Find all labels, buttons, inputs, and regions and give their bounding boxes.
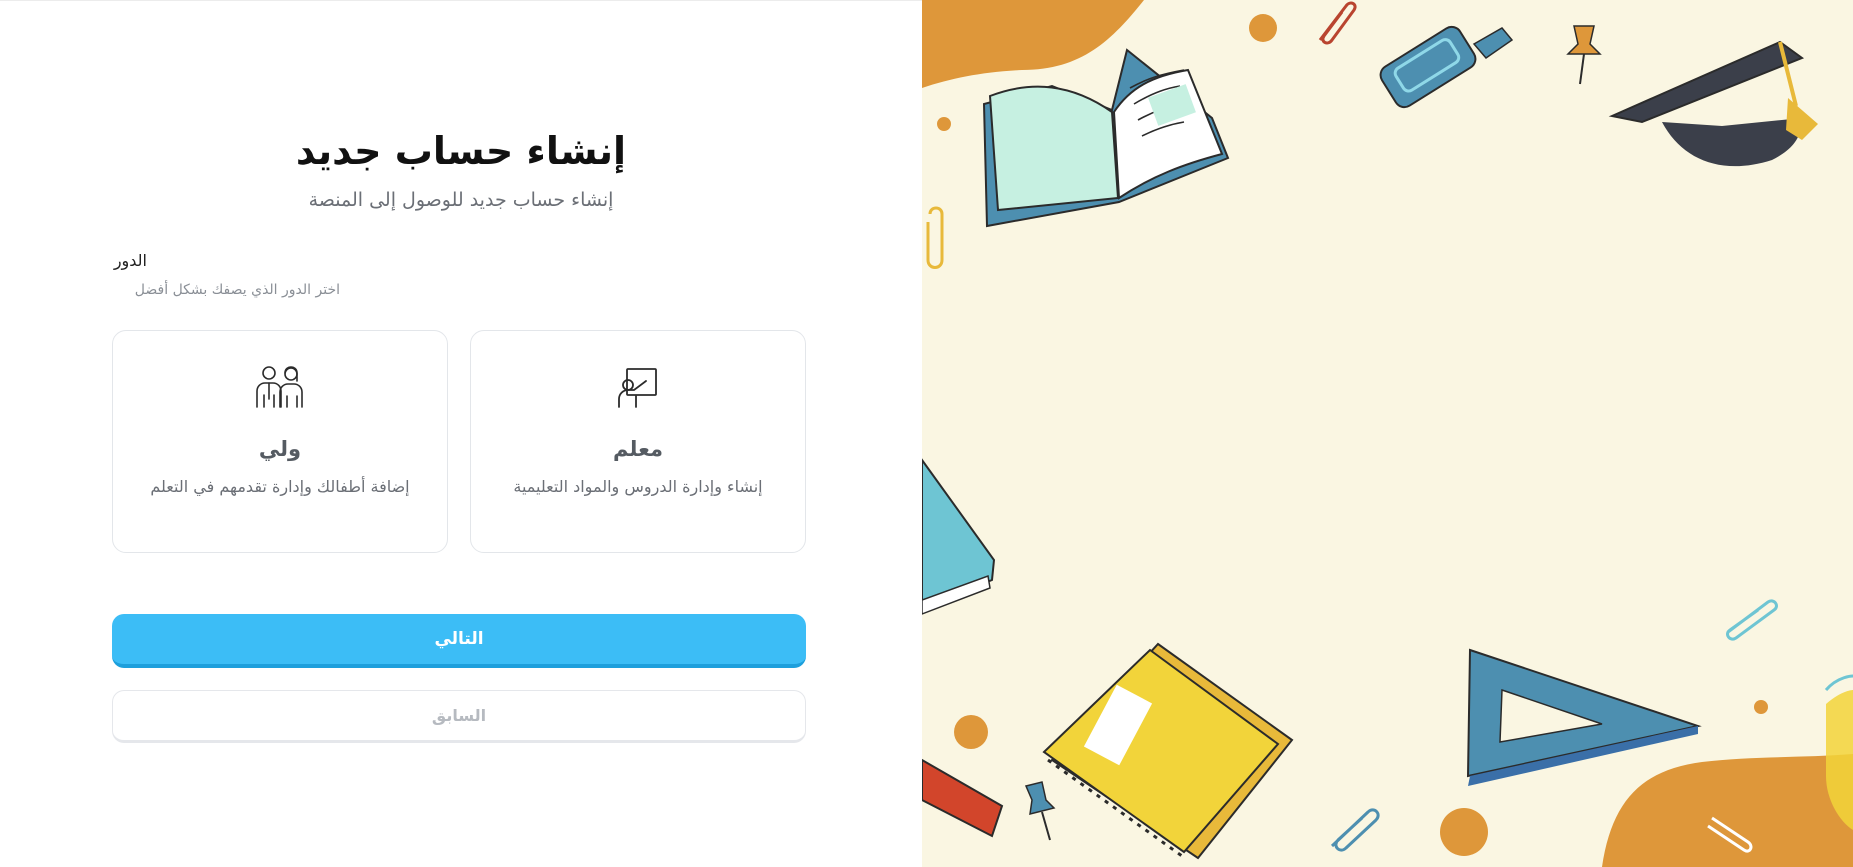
paperclip-blue-icon [1330, 808, 1380, 852]
graduation-cap-icon [1608, 40, 1818, 167]
teacher-board-icon [471, 363, 805, 411]
notebook-blue-icon [922, 458, 996, 615]
open-book-icon [982, 48, 1230, 228]
parents-icon [113, 363, 447, 411]
signup-form-pane: إنشاء حساب جديد إنشاء حساب جديد للوصول إ… [0, 0, 922, 867]
page-subtitle: إنشاء حساب جديد للوصول إلى المنصة [308, 189, 614, 211]
role-card-teacher-title: معلم [613, 437, 663, 461]
role-card-parent-description: إضافة أطفالك وإدارة تقدمهم في التعلم [150, 477, 410, 496]
paperclip-teal-icon [1726, 599, 1778, 641]
next-button[interactable]: التالي [112, 614, 806, 668]
set-square-icon [1466, 648, 1702, 786]
illustration-pane [922, 0, 1853, 867]
role-card-teacher-description: إنشاء وإدارة الدروس والمواد التعليمية [513, 477, 763, 496]
role-field-hint: اختر الدور الذي يصفك بشكل أفضل [134, 282, 340, 298]
role-field-label: الدور [113, 251, 147, 270]
pushpin-orange-icon [1566, 25, 1602, 85]
role-options: معلم إنشاء وإدارة الدروس والمواد التعليم… [112, 330, 806, 553]
role-card-parent[interactable]: ولي إضافة أطفالك وإدارة تقدمهم في التعلم [112, 330, 448, 553]
orange-blob-top [922, 0, 1144, 88]
paperclip-red-icon [1318, 1, 1357, 45]
notebook-yellow-icon [1042, 642, 1294, 860]
role-card-teacher[interactable]: معلم إنشاء وإدارة الدروس والمواد التعليم… [470, 330, 806, 553]
ruler-red-icon [922, 758, 1004, 838]
orange-blob-bottom [1602, 754, 1853, 867]
signup-page: إنشاء حساب جديد إنشاء حساب جديد للوصول إ… [0, 0, 1853, 867]
page-title: إنشاء حساب جديد [295, 129, 627, 173]
school-supplies-illustration [922, 0, 1853, 867]
paperclip-yellow-icon [926, 206, 944, 269]
pushpin-blue-icon [1024, 781, 1056, 841]
role-card-parent-title: ولي [258, 437, 302, 461]
previous-button[interactable]: السابق [112, 690, 806, 743]
highlighter-icon [1379, 25, 1514, 109]
